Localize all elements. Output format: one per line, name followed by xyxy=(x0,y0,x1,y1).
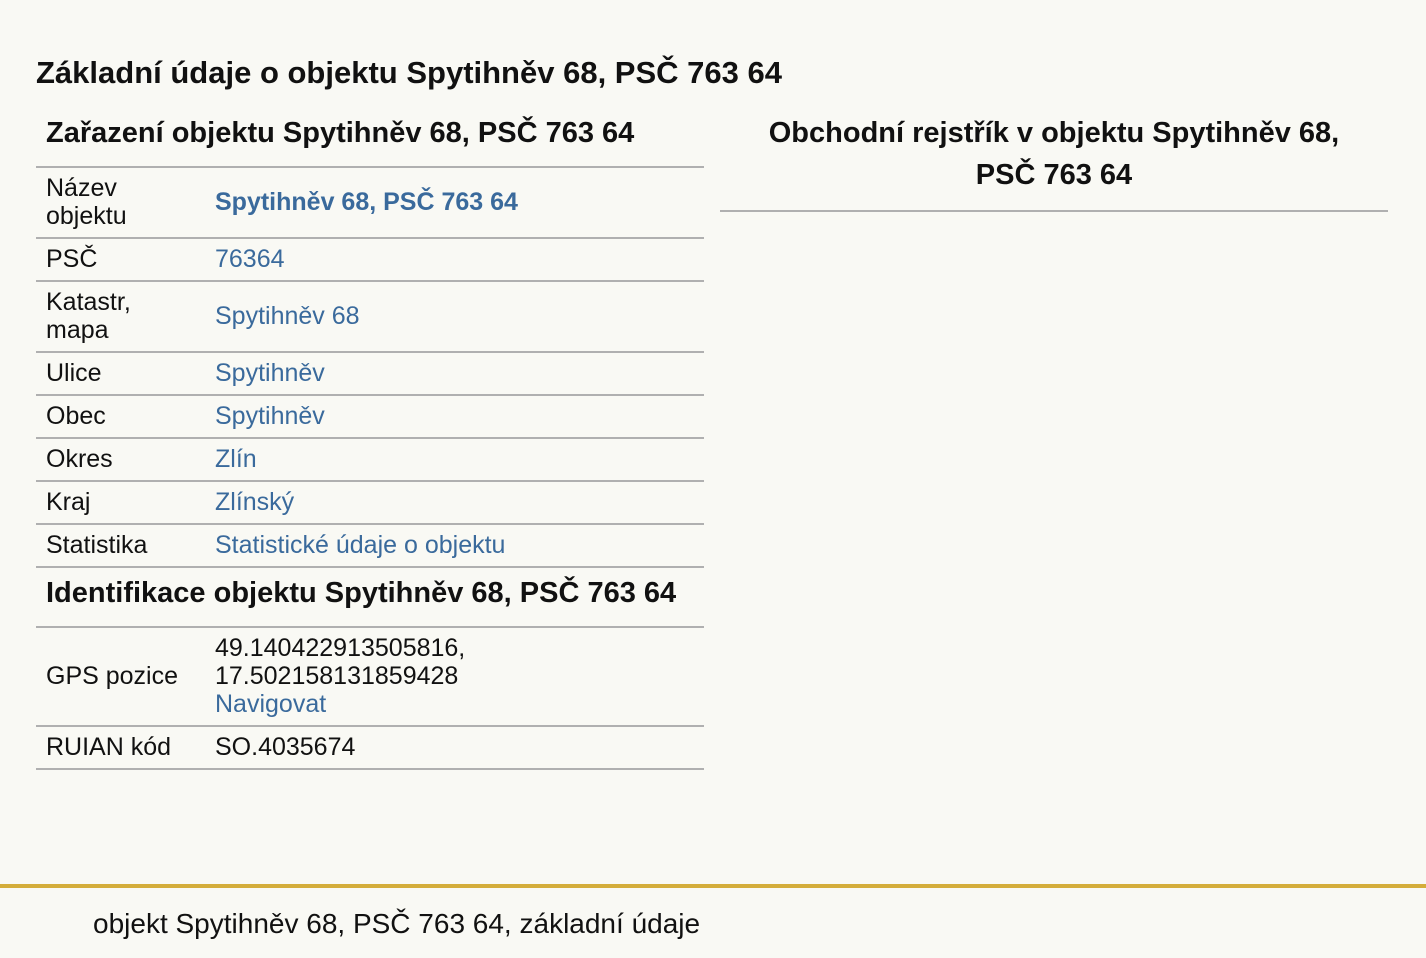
table-row: Okres Zlín xyxy=(36,438,704,482)
gps-latitude: 49.140422913505816, xyxy=(215,634,466,662)
footer-divider xyxy=(0,884,1426,888)
left-column: Zařazení objektu Spytihněv 68, PSČ 763 6… xyxy=(36,112,704,770)
katastr-link[interactable]: Spytihněv 68 xyxy=(215,302,360,330)
right-column: Obchodní rejstřík v objektu Spytihněv 68… xyxy=(720,112,1388,212)
row-label-obec: Obec xyxy=(36,395,205,439)
table-row: RUIAN kód SO.4035674 xyxy=(36,726,704,770)
table-row: GPS pozice 49.140422913505816, 17.502158… xyxy=(36,628,704,727)
identifikace-heading: Identifikace objektu Spytihněv 68, PSČ 7… xyxy=(36,568,704,628)
psc-link[interactable]: 76364 xyxy=(215,245,285,273)
row-label-kraj: Kraj xyxy=(36,481,205,525)
row-label-psc: PSČ xyxy=(36,238,205,282)
table-row: Obec Spytihněv xyxy=(36,395,704,439)
row-label-ruian: RUIAN kód xyxy=(36,726,205,770)
ulice-link[interactable]: Spytihněv xyxy=(215,359,325,387)
statistika-link[interactable]: Statistické údaje o objektu xyxy=(215,531,505,559)
table-row: PSČ 76364 xyxy=(36,238,704,282)
identifikace-table: GPS pozice 49.140422913505816, 17.502158… xyxy=(36,628,704,770)
page-title: Základní údaje o objektu Spytihněv 68, P… xyxy=(36,55,782,90)
table-row: Ulice Spytihněv xyxy=(36,352,704,396)
row-label-statistika: Statistika xyxy=(36,524,205,568)
ruian-value: SO.4035674 xyxy=(205,726,704,770)
zarazeni-table: Název objektu Spytihněv 68, PSČ 763 64 P… xyxy=(36,168,704,568)
gps-longitude: 17.502158131859428 xyxy=(215,662,459,690)
obec-link[interactable]: Spytihněv xyxy=(215,402,325,430)
row-label-nazev: Název objektu xyxy=(36,168,205,239)
table-row: Název objektu Spytihněv 68, PSČ 763 64 xyxy=(36,168,704,239)
row-label-ulice: Ulice xyxy=(36,352,205,396)
table-row: Katastr, mapa Spytihněv 68 xyxy=(36,281,704,353)
table-row: Statistika Statistické údaje o objektu xyxy=(36,524,704,568)
gps-value: 49.140422913505816, 17.502158131859428 N… xyxy=(205,628,704,727)
okres-link[interactable]: Zlín xyxy=(215,445,257,473)
obchodni-rejstrik-heading: Obchodní rejstřík v objektu Spytihněv 68… xyxy=(720,112,1388,212)
navigovat-link[interactable]: Navigovat xyxy=(215,690,326,718)
kraj-link[interactable]: Zlínský xyxy=(215,488,294,516)
row-label-okres: Okres xyxy=(36,438,205,482)
footer-text: objekt Spytihněv 68, PSČ 763 64, základn… xyxy=(93,908,701,939)
nazev-objektu-link[interactable]: Spytihněv 68, PSČ 763 64 xyxy=(215,188,518,216)
page: Základní údaje o objektu Spytihněv 68, P… xyxy=(0,0,1426,958)
table-row: Kraj Zlínský xyxy=(36,481,704,525)
zarazeni-heading: Zařazení objektu Spytihněv 68, PSČ 763 6… xyxy=(36,112,704,168)
row-label-gps: GPS pozice xyxy=(36,628,205,727)
row-label-katastr: Katastr, mapa xyxy=(36,281,205,353)
